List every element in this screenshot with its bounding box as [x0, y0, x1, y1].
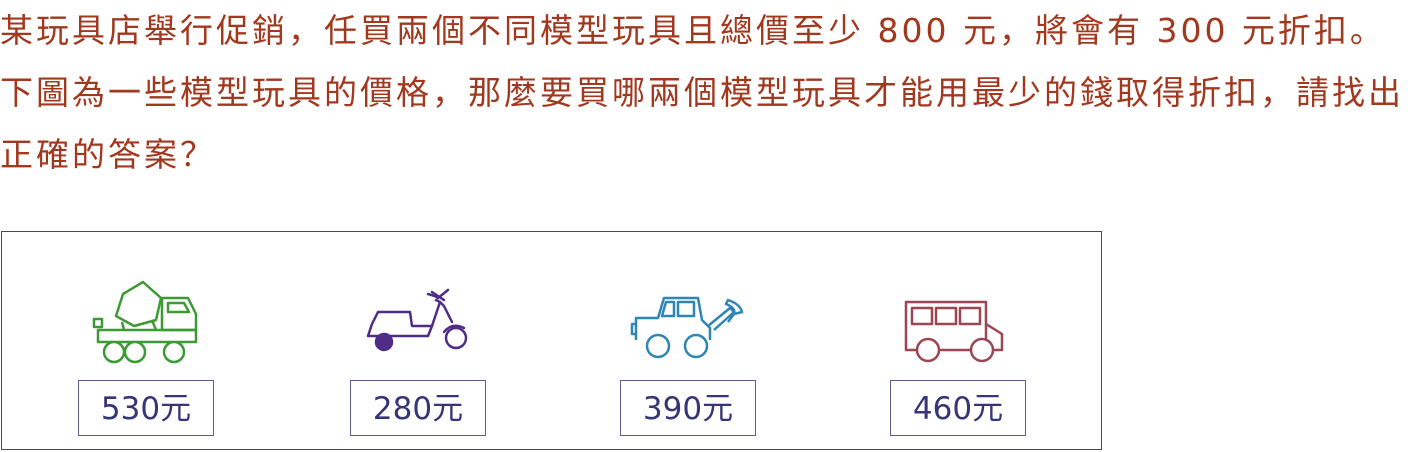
price-tag: 530元 [78, 380, 214, 436]
toy-item-bus: 460元 [888, 232, 1108, 451]
toy-item-scooter: 280元 [348, 232, 568, 451]
bulldozer-icon [630, 296, 744, 359]
toy-item-bulldozer: 390元 [618, 232, 838, 451]
question-text: 某玩具店舉行促銷，任買兩個不同模型玩具且總價至少 800 元，將會有 300 元… [0, 11, 1404, 174]
toy-price-panel: 530元 280元 390元 460元 [1, 231, 1102, 450]
bus-icon [904, 300, 1004, 363]
price-tag: 390元 [620, 380, 756, 436]
toy-item-cement-mixer: 530元 [76, 232, 296, 451]
cement-mixer-truck-icon [92, 280, 198, 364]
price-tag: 460元 [890, 380, 1026, 436]
scooter-icon [366, 288, 468, 352]
price-tag: 280元 [350, 380, 486, 436]
